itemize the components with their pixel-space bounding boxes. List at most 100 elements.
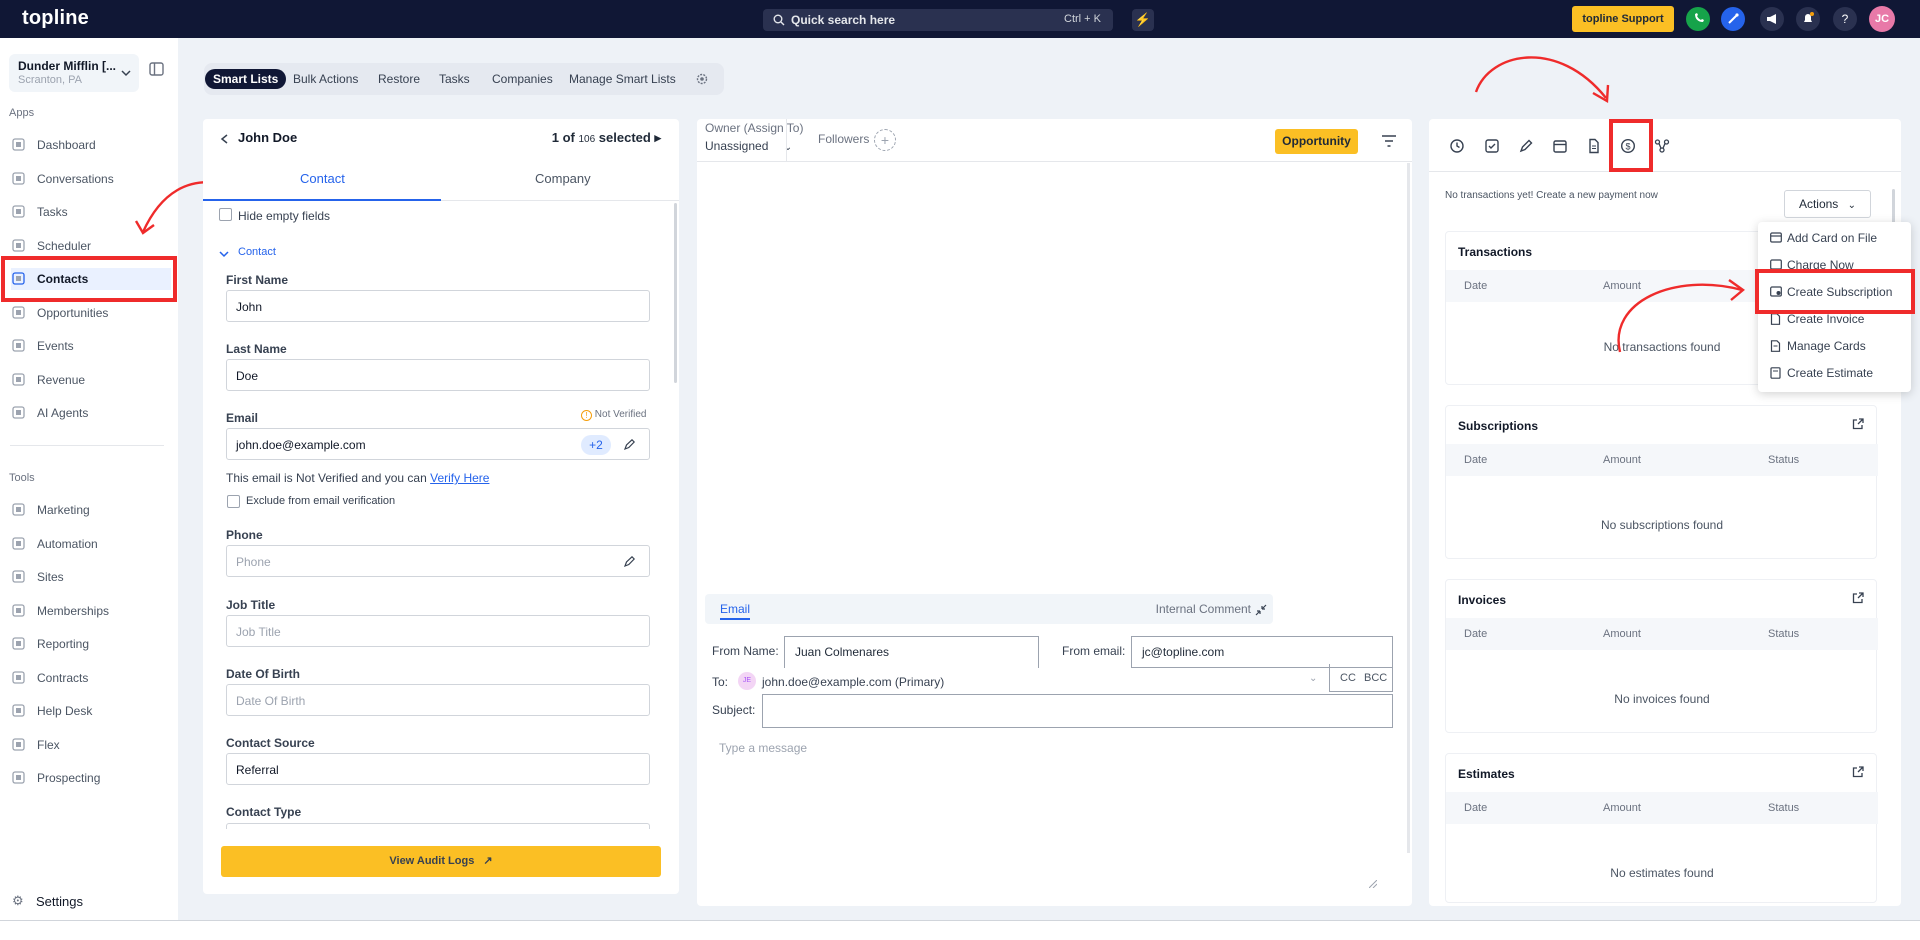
chevron-left-icon[interactable] [220, 134, 229, 144]
exclude-verification-checkbox[interactable] [227, 495, 240, 508]
sidebar-item-dashboard[interactable]: Dashboard [11, 134, 171, 156]
megaphone-icon[interactable] [1760, 7, 1784, 31]
sidebar-item-help-desk[interactable]: Help Desk [11, 700, 171, 722]
date-column: Date [1464, 628, 1488, 640]
magic-wand-icon[interactable] [1721, 7, 1745, 31]
sidebar-item-automation[interactable]: Automation [11, 533, 171, 555]
bell-icon[interactable] [1796, 7, 1820, 31]
sidebar-item-events[interactable]: Events [11, 335, 171, 357]
document-icon[interactable] [1586, 138, 1602, 154]
sidebar-item-opportunities[interactable]: Opportunities [11, 302, 171, 324]
tab-internal-comment[interactable]: Internal Comment [1156, 602, 1251, 616]
phone-label: Phone [226, 528, 263, 542]
scrollbar[interactable] [674, 203, 677, 383]
sidebar-item-ai-agents[interactable]: AI Agents [11, 402, 171, 424]
resize-handle-icon[interactable] [1369, 880, 1377, 888]
edit-icon[interactable] [623, 556, 635, 568]
tab-smart-lists[interactable]: Smart Lists [205, 69, 287, 89]
bcc-button[interactable]: BCC [1364, 672, 1387, 684]
sidebar-item-reporting[interactable]: Reporting [11, 633, 171, 655]
hide-empty-checkbox[interactable] [219, 208, 232, 221]
dob-label: Date Of Birth [226, 667, 301, 681]
contact-section-toggle[interactable]: Contact [238, 246, 276, 258]
phone-icon[interactable] [1686, 7, 1710, 31]
tab-email[interactable]: Email [720, 602, 751, 620]
job-title-field[interactable]: Job Title [226, 615, 650, 647]
email-field[interactable]: john.doe@example.com +2 [226, 428, 650, 460]
quick-search[interactable]: Quick search here Ctrl + K [763, 9, 1113, 31]
contact-type-field[interactable] [226, 823, 650, 829]
support-button[interactable]: topline Support [1572, 6, 1674, 32]
not-verified-badge: ! Not Verified [581, 409, 646, 421]
sidebar-collapse-icon[interactable] [149, 62, 164, 76]
sidebar-item-flex[interactable]: Flex [11, 734, 171, 756]
external-link-icon[interactable] [1852, 592, 1864, 604]
view-audit-logs-button[interactable]: View Audit Logs ↗ [221, 846, 661, 877]
actions-dropdown-button[interactable]: Actions ⌄ [1784, 190, 1871, 218]
chevron-down-icon[interactable] [219, 250, 229, 258]
contacts-highlight-box [1, 256, 177, 302]
sidebar-item-contracts[interactable]: Contracts [11, 667, 171, 689]
last-name-field[interactable]: Doe [226, 359, 650, 391]
tab-contact[interactable]: Contact [300, 171, 345, 186]
to-recipient[interactable]: john.doe@example.com (Primary) [762, 675, 944, 689]
opportunity-button[interactable]: Opportunity [1275, 129, 1358, 154]
sidebar-item-memberships[interactable]: Memberships [11, 600, 171, 622]
tab-bulk-actions[interactable]: Bulk Actions [285, 69, 366, 89]
verify-link[interactable]: Verify Here [430, 471, 489, 485]
tab-restore[interactable]: Restore [370, 69, 428, 89]
megaphone-icon [12, 503, 25, 516]
contact-name: John Doe [238, 130, 298, 145]
location-city: Scranton, PA [18, 74, 82, 86]
calendar-icon[interactable] [1552, 138, 1568, 154]
external-link-icon[interactable] [1852, 766, 1864, 778]
caret-right-icon[interactable]: ▸ [654, 130, 661, 145]
tab-manage-smart-lists[interactable]: Manage Smart Lists [561, 69, 684, 89]
external-link-icon[interactable] [1852, 418, 1864, 430]
location-switcher[interactable]: Dunder Mifflin [... Scranton, PA [9, 54, 139, 92]
workflow-icon[interactable] [1654, 138, 1670, 154]
owner-select[interactable]: Unassigned ⌄ [705, 139, 792, 153]
dob-field[interactable]: Date Of Birth [226, 684, 650, 716]
chevron-down-icon[interactable]: ⌄ [1309, 673, 1317, 684]
cc-button[interactable]: CC [1340, 672, 1356, 684]
exclude-verification-label: Exclude from email verification [246, 495, 396, 507]
email-value: john.doe@example.com [236, 438, 366, 452]
edit-icon[interactable] [623, 439, 635, 451]
tab-companies[interactable]: Companies [484, 69, 561, 89]
sidebar-item-label: Help Desk [37, 704, 93, 718]
sidebar-item-marketing[interactable]: Marketing [11, 499, 171, 521]
collapse-icon[interactable] [1255, 604, 1267, 616]
flex-icon [12, 737, 25, 751]
contact-source-field[interactable]: Referral [226, 753, 650, 785]
sidebar-item-sites[interactable]: Sites [11, 566, 171, 588]
sidebar-item-revenue[interactable]: Revenue [11, 369, 171, 391]
user-avatar[interactable]: JC [1869, 6, 1895, 32]
lightning-icon[interactable]: ⚡ [1132, 9, 1154, 31]
audit-label: View Audit Logs [389, 855, 475, 867]
tab-tasks[interactable]: Tasks [431, 69, 478, 89]
estimates-card: Estimates Date Amount Status No estimate… [1445, 753, 1878, 903]
task-check-icon[interactable] [1484, 138, 1500, 154]
from-name-field[interactable]: Juan Colmenares [784, 636, 1039, 668]
sidebar-item-prospecting[interactable]: Prospecting [11, 767, 171, 789]
invoices-empty: No invoices found [1614, 692, 1710, 706]
phone-field[interactable]: Phone [226, 545, 650, 577]
memberships-icon [12, 603, 25, 617]
add-follower-button[interactable]: + [874, 129, 896, 151]
first-name-field[interactable]: John [226, 290, 650, 322]
pencil-icon[interactable] [1518, 138, 1534, 154]
message-placeholder[interactable]: Type a message [719, 741, 807, 755]
scrollbar-track[interactable] [1407, 163, 1410, 853]
smart-list-tabs: Smart Lists Bulk Actions Restore Tasks C… [204, 63, 724, 95]
sidebar-item-label: Revenue [37, 372, 86, 387]
subject-field[interactable] [762, 694, 1393, 728]
app-logo[interactable]: topline [22, 7, 89, 30]
filter-icon[interactable] [1382, 135, 1396, 147]
history-icon[interactable] [1449, 138, 1465, 154]
selected-total: 106 [578, 134, 596, 145]
help-icon[interactable]: ? [1833, 7, 1857, 31]
tab-company[interactable]: Company [535, 171, 591, 186]
gear-icon[interactable] [695, 72, 709, 86]
extra-emails-badge[interactable]: +2 [581, 435, 611, 455]
